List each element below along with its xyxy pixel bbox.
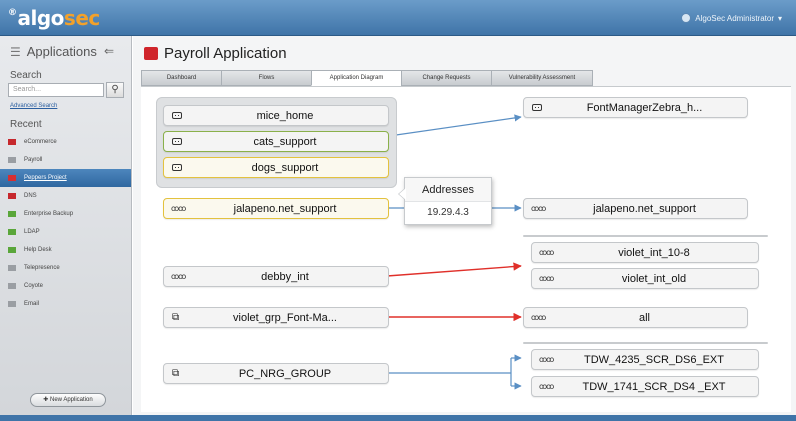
sidebar-item-ldap[interactable]: LDAP <box>0 223 131 241</box>
network-icon: ꝏꝏ <box>531 313 546 322</box>
status-square-icon <box>8 193 16 199</box>
advanced-search-link[interactable]: Advanced Search <box>10 103 57 109</box>
search-button[interactable]: ⚲ <box>106 82 124 98</box>
search-input[interactable]: Search... <box>8 83 104 97</box>
top-bar: ®algosec AlgoSec Administrator ▾ <box>0 0 796 36</box>
tdw-group-box <box>523 342 768 344</box>
menu-icon[interactable]: ☰ <box>10 45 21 59</box>
sidebar-item-email[interactable]: Email <box>0 295 131 313</box>
chevron-down-icon: ▾ <box>777 13 782 23</box>
network-icon: ꝏꝏ <box>531 204 546 213</box>
node-jalapeno-destination[interactable]: ꝏꝏ jalapeno.net_support <box>523 198 748 219</box>
flow-line-group-to-fontmanager[interactable] <box>395 114 522 136</box>
application-icon <box>172 138 182 145</box>
collapse-sidebar-icon[interactable]: ⇐ <box>104 44 114 58</box>
network-icon: ꝏꝏ <box>539 355 554 364</box>
network-icon: ꝏꝏ <box>539 248 554 257</box>
node-fontmanager[interactable]: FontManagerZebra_h... <box>523 97 748 118</box>
sidebar-header: ☰ Applications <box>10 44 97 59</box>
flow-line-debby[interactable] <box>386 262 522 277</box>
tab-vulnerability-assessment[interactable]: Vulnerability Assessment <box>491 70 593 86</box>
node-violet-int-old[interactable]: ꝏꝏ violet_int_old <box>531 268 759 289</box>
status-square-icon <box>8 211 16 217</box>
node-violet-int-10-8[interactable]: ꝏꝏ violet_int_10-8 <box>531 242 759 263</box>
algosec-logo[interactable]: ®algosec <box>8 6 100 30</box>
status-square-icon <box>8 229 16 235</box>
node-mice-home[interactable]: mice_home <box>163 105 389 126</box>
application-icon <box>172 164 182 171</box>
node-cats-support[interactable]: cats_support <box>163 131 389 152</box>
application-diagram: mice_home cats_support dogs_support Addr… <box>141 86 791 412</box>
user-menu[interactable]: AlgoSec Administrator ▾ <box>681 13 782 23</box>
recent-list: eCommerce Payroll Peppers Project DNS En… <box>0 133 131 313</box>
addresses-tooltip: Addresses 19.29.4.3 <box>398 177 492 225</box>
group-icon: ⧉ <box>172 312 180 323</box>
node-pc-nrg-group[interactable]: ⧉ PC_NRG_GROUP <box>163 363 389 384</box>
page-title: Payroll Application <box>144 45 287 62</box>
sidebar-item-help-desk[interactable]: Help Desk <box>0 241 131 259</box>
node-tdw-1741[interactable]: ꝏꝏ TDW_1741_SCR_DS4 _EXT <box>531 376 759 397</box>
status-square-icon <box>8 247 16 253</box>
sidebar-item-telepresence[interactable]: Telepresence <box>0 259 131 277</box>
page-title-text: Payroll Application <box>164 45 287 62</box>
node-tdw-4235[interactable]: ꝏꝏ TDW_4235_SCR_DS6_EXT <box>531 349 759 370</box>
group-icon: ⧉ <box>172 368 180 379</box>
network-icon: ꝏꝏ <box>171 272 186 281</box>
network-icon: ꝏꝏ <box>539 382 554 391</box>
tab-bar: Dashboard Flows Application Diagram Chan… <box>141 70 593 86</box>
recent-label: Recent <box>10 119 42 130</box>
sidebar-item-ecommerce[interactable]: eCommerce <box>0 133 131 151</box>
search-icon: ⚲ <box>111 84 119 95</box>
sidebar-item-peppers-project[interactable]: Peppers Project <box>0 169 131 187</box>
application-icon <box>172 112 182 119</box>
node-violet-grp[interactable]: ⧉ violet_grp_Font-Ma... <box>163 307 389 328</box>
tab-application-diagram[interactable]: Application Diagram <box>311 70 401 86</box>
tooltip-value: 19.29.4.3 <box>427 207 469 218</box>
network-icon: ꝏꝏ <box>171 204 186 213</box>
sidebar-item-dns[interactable]: DNS <box>0 187 131 205</box>
app-status-icon <box>144 47 158 60</box>
tab-flows[interactable]: Flows <box>221 70 311 86</box>
status-square-icon <box>8 157 16 163</box>
tab-dashboard[interactable]: Dashboard <box>141 70 221 86</box>
application-icon <box>532 104 542 111</box>
user-icon <box>681 13 692 23</box>
status-square-icon <box>8 283 16 289</box>
status-square-icon <box>8 301 16 307</box>
tab-change-requests[interactable]: Change Requests <box>401 70 491 86</box>
status-square-icon <box>8 139 16 145</box>
node-debby-int[interactable]: ꝏꝏ debby_int <box>163 266 389 287</box>
sidebar-item-enterprise-backup[interactable]: Enterprise Backup <box>0 205 131 223</box>
status-square-icon <box>8 175 16 181</box>
violet-group-box <box>523 235 768 237</box>
plus-icon: ✚ <box>43 397 49 403</box>
search-label: Search <box>10 70 42 81</box>
status-square-icon <box>8 265 16 271</box>
sidebar-item-coyote[interactable]: Coyote <box>0 277 131 295</box>
sidebar: ☰ Applications ⇐ Search Search... ⚲ Adva… <box>0 36 132 415</box>
user-name: AlgoSec Administrator <box>695 13 774 23</box>
node-all[interactable]: ꝏꝏ all <box>523 307 748 328</box>
node-dogs-support[interactable]: dogs_support <box>163 157 389 178</box>
main-panel: Payroll Application Dashboard Flows Appl… <box>133 36 796 415</box>
sidebar-title: Applications <box>26 44 97 59</box>
tooltip-title: Addresses <box>405 178 491 202</box>
node-jalapeno-source[interactable]: ꝏꝏ jalapeno.net_support <box>163 198 389 219</box>
bottom-bar <box>0 415 796 421</box>
new-application-button[interactable]: ✚ New Application <box>30 393 106 407</box>
sidebar-item-payroll[interactable]: Payroll <box>0 151 131 169</box>
network-icon: ꝏꝏ <box>539 274 554 283</box>
